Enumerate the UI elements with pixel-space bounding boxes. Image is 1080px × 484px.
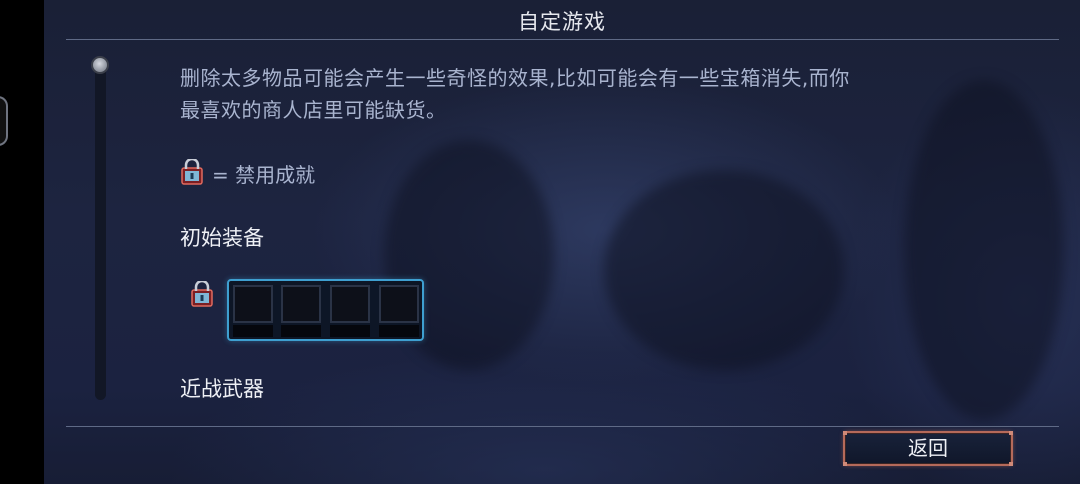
equipment-slot[interactable] (379, 285, 419, 323)
scrollbar-track[interactable] (95, 62, 106, 400)
equipment-slot-base (233, 325, 273, 337)
starting-equipment-slots (227, 279, 424, 341)
device-side-button (0, 96, 8, 146)
button-corner-ornament (1009, 462, 1013, 466)
background-shape (904, 80, 1064, 420)
lock-icon (181, 159, 203, 185)
warning-text-line-2: 最喜欢的商人店里可能缺货。 (180, 98, 447, 122)
legend-achievements-disabled: = 禁用成就 (212, 163, 316, 187)
equipment-slot-base (379, 325, 419, 337)
button-corner-ornament (1009, 431, 1013, 435)
footer-divider (66, 426, 1059, 427)
game-screen: 自定游戏 删除太多物品可能会产生一些奇怪的效果,比如可能会有一些宝箱消失,而你 … (0, 0, 1080, 484)
equipment-slot-base (281, 325, 321, 337)
warning-text-line-1: 删除太多物品可能会产生一些奇怪的效果,比如可能会有一些宝箱消失,而你 (180, 66, 850, 90)
scrollbar-thumb[interactable] (91, 56, 109, 74)
background-shape (604, 170, 844, 370)
equipment-slot[interactable] (330, 285, 370, 323)
title-divider (66, 39, 1059, 40)
lock-icon (191, 281, 213, 307)
section-heading-starting-equipment: 初始装备 (180, 226, 264, 250)
equipment-slot[interactable] (233, 285, 273, 323)
page-title: 自定游戏 (518, 10, 606, 34)
section-heading-melee-weapons: 近战武器 (180, 377, 264, 401)
device-bezel (0, 0, 44, 484)
button-corner-ornament (843, 462, 847, 466)
back-button[interactable]: 返回 (843, 431, 1013, 466)
back-button-label: 返回 (908, 436, 948, 460)
button-corner-ornament (843, 431, 847, 435)
equipment-slot[interactable] (281, 285, 321, 323)
equipment-slot-base (330, 325, 370, 337)
